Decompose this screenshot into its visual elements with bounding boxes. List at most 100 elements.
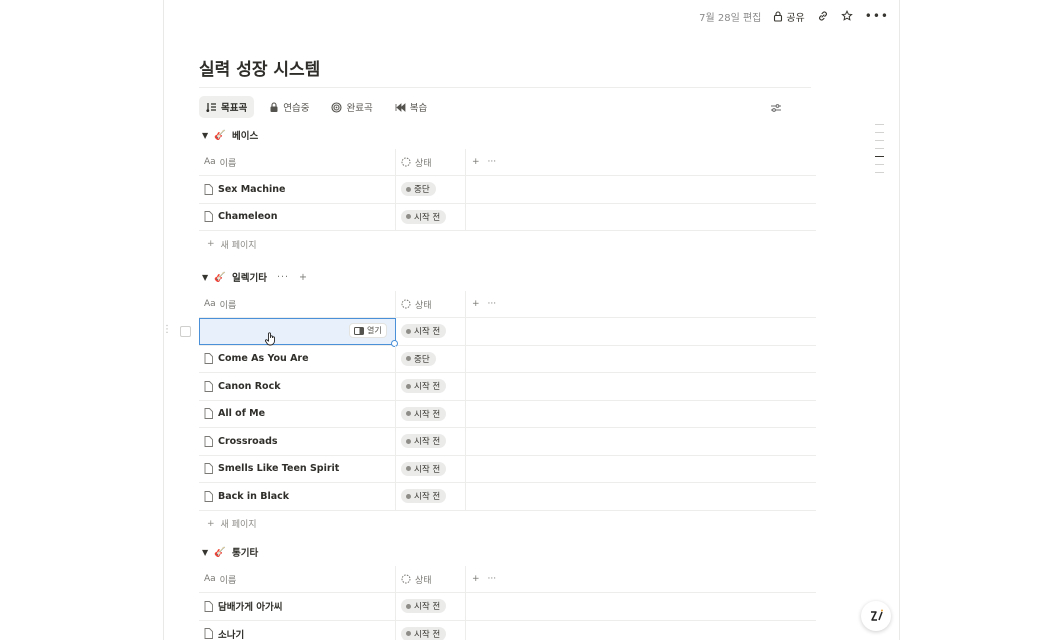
column-status-header[interactable]: 상태 <box>396 566 466 592</box>
title-divider <box>199 87 811 88</box>
share-label: 공유 <box>786 12 805 24</box>
table-row[interactable]: Crossroads 시작 전 <box>199 428 816 456</box>
collapse-caret-icon[interactable]: ▼ <box>202 131 208 140</box>
group-more-icon[interactable]: ··· <box>277 272 289 283</box>
plus-icon: + <box>207 518 215 529</box>
table-row[interactable]: 담배가게 아가씨 시작 전 <box>199 593 816 621</box>
view-tabs: 목표곡 연습중 완료곡 복습 <box>199 96 434 118</box>
target-icon <box>331 101 343 113</box>
table-of-contents-outline[interactable] <box>875 124 884 173</box>
column-status-header[interactable]: 상태 <box>396 291 466 317</box>
row-title: Come As You Are <box>218 353 309 365</box>
tab-practicing[interactable]: 연습중 <box>262 96 316 118</box>
page-icon <box>204 408 213 420</box>
more-icon[interactable]: ··· <box>488 574 497 584</box>
filter-settings-icon[interactable] <box>770 98 782 117</box>
collapse-caret-icon[interactable]: ▼ <box>202 273 208 282</box>
text-type-icon: Aa <box>204 157 216 167</box>
group-name: 일렉기타 <box>232 273 267 284</box>
group-header-acoustic[interactable]: ▼ 🎸 통기타 <box>202 545 259 560</box>
status-badge[interactable]: 시작 전 <box>401 489 447 504</box>
more-icon[interactable]: ••• <box>865 9 889 23</box>
ai-assistant-button[interactable] <box>861 601 891 631</box>
tab-target-songs[interactable]: 목표곡 <box>199 96 255 118</box>
guitar-icon: 🎸 <box>214 546 226 558</box>
open-button[interactable]: 열기 <box>349 323 387 338</box>
column-status-header[interactable]: 상태 <box>396 149 466 175</box>
row-title: Back in Black <box>218 490 290 502</box>
status-badge[interactable]: 시작 전 <box>401 434 447 449</box>
status-icon <box>401 157 411 167</box>
table-row[interactable]: Back in Black 시작 전 <box>199 483 816 511</box>
status-badge[interactable]: 시작 전 <box>401 209 447 224</box>
table-row[interactable]: All of Me 시작 전 <box>199 400 816 428</box>
add-column-icon[interactable]: + <box>472 299 480 309</box>
lock-icon <box>773 10 783 22</box>
add-column-icon[interactable]: + <box>472 157 480 167</box>
right-backdrop <box>898 0 1060 640</box>
new-page-button[interactable]: + 새 페이지 <box>199 231 816 257</box>
page-icon <box>204 353 213 365</box>
star-icon[interactable] <box>840 10 853 22</box>
tab-label: 연습중 <box>283 103 310 114</box>
status-badge[interactable]: 시작 전 <box>401 599 447 614</box>
page-icon <box>204 490 213 502</box>
new-page-button[interactable]: + 새 페이지 <box>199 511 816 537</box>
table-row[interactable]: Smells Like Teen Spirit 시작 전 <box>199 455 816 483</box>
column-name-header[interactable]: Aa 이름 <box>199 566 396 592</box>
table-row[interactable]: Canon Rock 시작 전 <box>199 373 816 401</box>
link-icon[interactable] <box>817 10 829 22</box>
group-header-bass[interactable]: ▼ 🎸 베이스 <box>202 128 258 143</box>
status-badge[interactable]: 중단 <box>401 351 436 366</box>
more-icon[interactable]: ··· <box>488 299 497 309</box>
page-title[interactable]: 실력 성장 시스템 <box>199 55 320 80</box>
lock-icon <box>269 101 279 113</box>
edited-timestamp: 7월 28일 편집 <box>699 12 762 24</box>
column-name-header[interactable]: Aa 이름 <box>199 149 396 175</box>
more-icon[interactable]: ··· <box>488 157 497 167</box>
tab-label: 복습 <box>409 103 428 114</box>
left-backdrop <box>0 0 162 640</box>
row-title: Chameleon <box>218 211 278 223</box>
page-icon <box>204 183 213 195</box>
column-name-header[interactable]: Aa 이름 <box>199 291 396 317</box>
tab-completed[interactable]: 완료곡 <box>324 96 379 118</box>
table-bass: Aa 이름 상태 + ··· Sex Machine 중단 Chameleon 시작… <box>199 149 816 257</box>
text-type-icon: Aa <box>204 299 216 309</box>
table-row[interactable]: Sex Machine 중단 <box>199 176 816 204</box>
table-row-selected[interactable]: ⋮ 열기 시작 전 <box>164 318 816 347</box>
table-header: Aa 이름 상태 + ··· <box>199 566 816 593</box>
guitar-icon: 🎸 <box>214 271 226 283</box>
status-badge[interactable]: 중단 <box>401 182 436 197</box>
status-badge[interactable]: 시작 전 <box>401 379 447 394</box>
status-badge[interactable]: 시작 전 <box>401 324 447 339</box>
ai-face-icon <box>867 607 885 625</box>
drag-handle-icon[interactable]: ⋮ <box>164 324 172 335</box>
status-badge[interactable]: 시작 전 <box>401 626 447 640</box>
table-row[interactable]: Come As You Are 중단 <box>199 345 816 373</box>
group-add-icon[interactable]: + <box>299 272 308 283</box>
tab-label: 완료곡 <box>346 103 373 114</box>
page-icon <box>204 463 213 475</box>
status-badge[interactable]: 시작 전 <box>401 406 447 421</box>
music-list-icon <box>206 102 217 113</box>
row-title: Canon Rock <box>218 380 281 392</box>
row-title: 소나기 <box>218 629 245 640</box>
table-electric: Aa 이름 상태 + ··· ⋮ 열기 시작 전 Come As You Are 중… <box>164 291 816 537</box>
tab-review[interactable]: 복습 <box>388 96 434 118</box>
row-title: Sex Machine <box>218 183 286 195</box>
add-column-icon[interactable]: + <box>472 574 480 584</box>
status-badge[interactable]: 시작 전 <box>401 461 447 476</box>
table-row[interactable]: Chameleon 시작 전 <box>199 203 816 231</box>
table-row[interactable]: 소나기 시작 전 <box>199 620 816 640</box>
collapse-caret-icon[interactable]: ▼ <box>202 548 208 557</box>
page-icon <box>204 435 213 447</box>
group-name: 통기타 <box>232 548 259 559</box>
group-header-electric[interactable]: ▼ 🎸 일렉기타 ··· + <box>202 270 308 285</box>
share-button[interactable]: 공유 <box>773 9 805 24</box>
tab-label: 목표곡 <box>221 103 248 114</box>
page-icon <box>204 600 213 612</box>
row-checkbox[interactable] <box>180 326 191 337</box>
guitar-icon: 🎸 <box>214 129 226 141</box>
row-title: 담배가게 아가씨 <box>218 602 283 614</box>
